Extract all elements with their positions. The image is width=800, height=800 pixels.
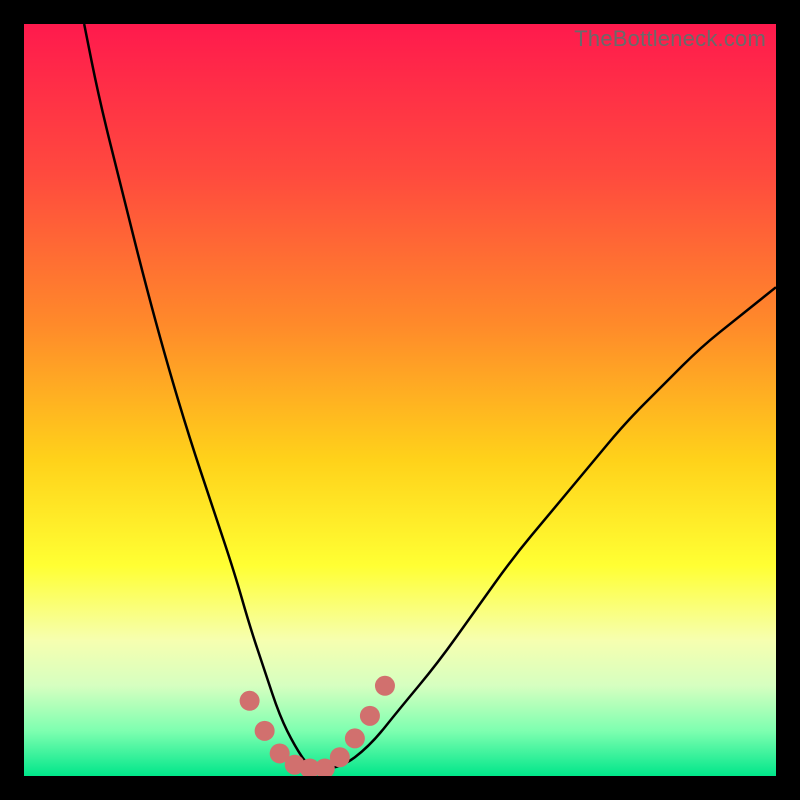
bottleneck-chart [24,24,776,776]
gradient-background [24,24,776,776]
highlight-dot [345,728,365,748]
highlight-dot [375,676,395,696]
highlight-dot [360,706,380,726]
chart-frame: TheBottleneck.com [24,24,776,776]
highlight-dot [240,691,260,711]
highlight-dot [330,747,350,767]
highlight-dot [255,721,275,741]
watermark-text: TheBottleneck.com [574,26,766,52]
